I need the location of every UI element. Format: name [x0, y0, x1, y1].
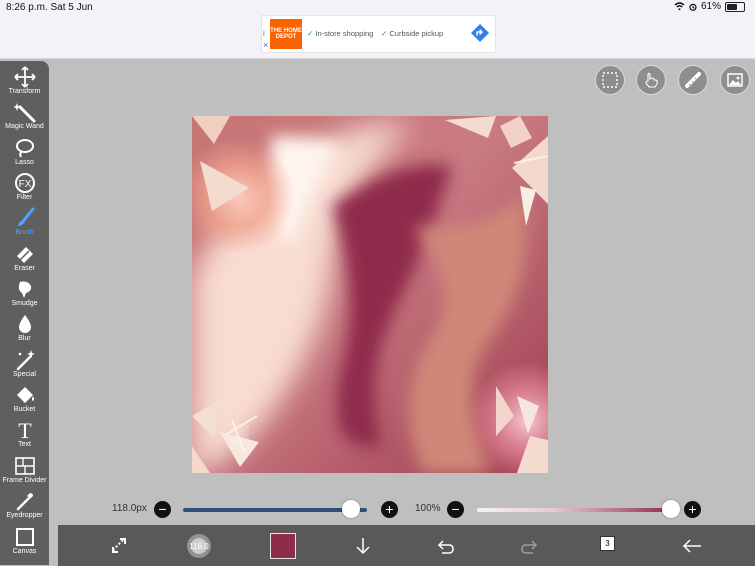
- tool-label: Filter: [16, 194, 33, 201]
- touch-hand-icon: [645, 72, 658, 88]
- left-toolbar: Transform Magic Wand Lasso FX Filter Bru…: [0, 61, 49, 565]
- battery-percent: 61%: [700, 1, 721, 12]
- directions-icon[interactable]: [470, 23, 490, 43]
- status-bar: 8:26 p.m. Sat 5 Jun 61%: [0, 0, 755, 14]
- brush-size-preview[interactable]: 118.0: [186, 533, 212, 559]
- undo-button[interactable]: [432, 532, 460, 560]
- arrow-left-icon: [682, 539, 701, 553]
- eyedropper-icon: [16, 493, 33, 511]
- ad-info-icon[interactable]: i: [263, 29, 265, 38]
- drop-icon: [18, 315, 31, 333]
- tool-lasso[interactable]: Lasso: [0, 137, 49, 166]
- wifi-icon: [674, 2, 685, 11]
- tool-text[interactable]: T Text: [0, 419, 49, 448]
- special-icon: [16, 350, 35, 371]
- opacity-label: 100%: [415, 503, 441, 514]
- magic-wand-icon: [13, 103, 35, 123]
- brush-preview-value: 118.0: [189, 542, 209, 551]
- tool-label: Magic Wand: [5, 123, 44, 130]
- opacity-slider[interactable]: [477, 508, 671, 512]
- smudge-icon: [18, 281, 31, 298]
- tool-bucket[interactable]: Bucket: [0, 384, 49, 413]
- gallery-button[interactable]: [720, 65, 750, 95]
- tool-label: Bucket: [13, 406, 36, 413]
- selection-button[interactable]: [595, 65, 625, 95]
- current-color-swatch[interactable]: [270, 533, 296, 559]
- layer-merge-down-button[interactable]: [349, 532, 377, 560]
- sparkle-glow: [232, 426, 246, 440]
- tool-label: Lasso: [15, 159, 34, 166]
- frame-divider-icon: [14, 457, 35, 475]
- ad-close-icon[interactable]: ×: [263, 40, 268, 50]
- tool-special[interactable]: Special: [0, 349, 49, 378]
- tool-label: Eyedropper: [6, 512, 43, 519]
- artwork-canvas[interactable]: [192, 116, 548, 473]
- tool-label: Text: [18, 441, 31, 448]
- tool-frame-divider[interactable]: Frame Divider: [0, 455, 49, 484]
- selection-icon: [602, 72, 618, 88]
- svg-text:FX: FX: [18, 179, 31, 190]
- brush-size-slider[interactable]: [183, 508, 367, 512]
- status-right: 61%: [674, 1, 745, 12]
- fx-icon: FX: [14, 173, 35, 193]
- lasso-icon: [15, 139, 34, 158]
- opacity-handle[interactable]: [662, 500, 680, 518]
- tool-eraser[interactable]: Eraser: [0, 243, 49, 272]
- tool-eyedropper[interactable]: Eyedropper: [0, 490, 49, 519]
- opacity-decrease-button[interactable]: −: [447, 501, 464, 518]
- alarm-icon: [689, 3, 697, 11]
- ad-feature-curbside: ✓ Curbside pickup: [381, 29, 444, 38]
- tool-label: Special: [13, 371, 36, 378]
- tool-label: Smudge: [11, 300, 38, 307]
- tool-blur[interactable]: Blur: [0, 313, 49, 342]
- eraser-icon: [16, 247, 33, 263]
- tool-label: Brush: [15, 229, 34, 236]
- ruler-button[interactable]: [678, 65, 708, 95]
- home-depot-logo: THE HOME DEPOT: [270, 19, 302, 49]
- tool-label: Eraser: [14, 265, 35, 272]
- svg-text:T: T: [18, 419, 32, 441]
- layers-button[interactable]: 3: [600, 536, 615, 551]
- opacity-increase-button[interactable]: +: [684, 501, 701, 518]
- tool-magic-wand[interactable]: Magic Wand: [0, 101, 49, 130]
- text-icon: T: [18, 419, 32, 441]
- back-button[interactable]: [678, 532, 706, 560]
- tool-label: Frame Divider: [2, 477, 47, 484]
- bottom-toolbar: 118.0 3: [58, 525, 755, 566]
- size-decrease-button[interactable]: −: [154, 501, 171, 518]
- ruler-icon: [685, 72, 701, 88]
- bucket-icon: [16, 387, 34, 403]
- hand-button[interactable]: [636, 65, 666, 95]
- image-icon: [727, 73, 743, 87]
- transform-adjust-icon: [112, 538, 126, 553]
- tool-label: Blur: [18, 335, 31, 342]
- ad-banner[interactable]: i × THE HOME DEPOT ✓ In-store shopping ✓…: [261, 15, 496, 53]
- ad-feature-in-store: ✓ In-store shopping: [307, 29, 374, 38]
- arrow-down-icon: [356, 538, 370, 555]
- canvas-icon: [15, 528, 34, 546]
- tool-transform[interactable]: Transform: [0, 66, 49, 95]
- undo-icon: [437, 540, 454, 554]
- battery-icon: [725, 1, 745, 12]
- redo-icon: [521, 540, 538, 554]
- size-increase-button[interactable]: +: [381, 501, 398, 518]
- brush-size-handle[interactable]: [342, 500, 360, 518]
- adjust-button[interactable]: [105, 532, 133, 560]
- tool-smudge[interactable]: Smudge: [0, 278, 49, 307]
- tool-label: Transform: [8, 88, 41, 95]
- tool-filter[interactable]: FX Filter: [0, 172, 49, 201]
- tool-label: Canvas: [12, 548, 37, 555]
- tool-brush[interactable]: Brush: [0, 207, 49, 236]
- ad-banner-area: i × THE HOME DEPOT ✓ In-store shopping ✓…: [0, 14, 755, 59]
- brush-icon: [17, 207, 34, 226]
- battery-fill: [727, 3, 737, 10]
- brush-size-label: 118.0px: [112, 503, 147, 514]
- tool-canvas[interactable]: Canvas: [0, 526, 49, 555]
- redo-button[interactable]: [515, 532, 543, 560]
- status-time: 8:26 p.m. Sat 5 Jun: [6, 2, 93, 13]
- move-icon: [13, 66, 36, 88]
